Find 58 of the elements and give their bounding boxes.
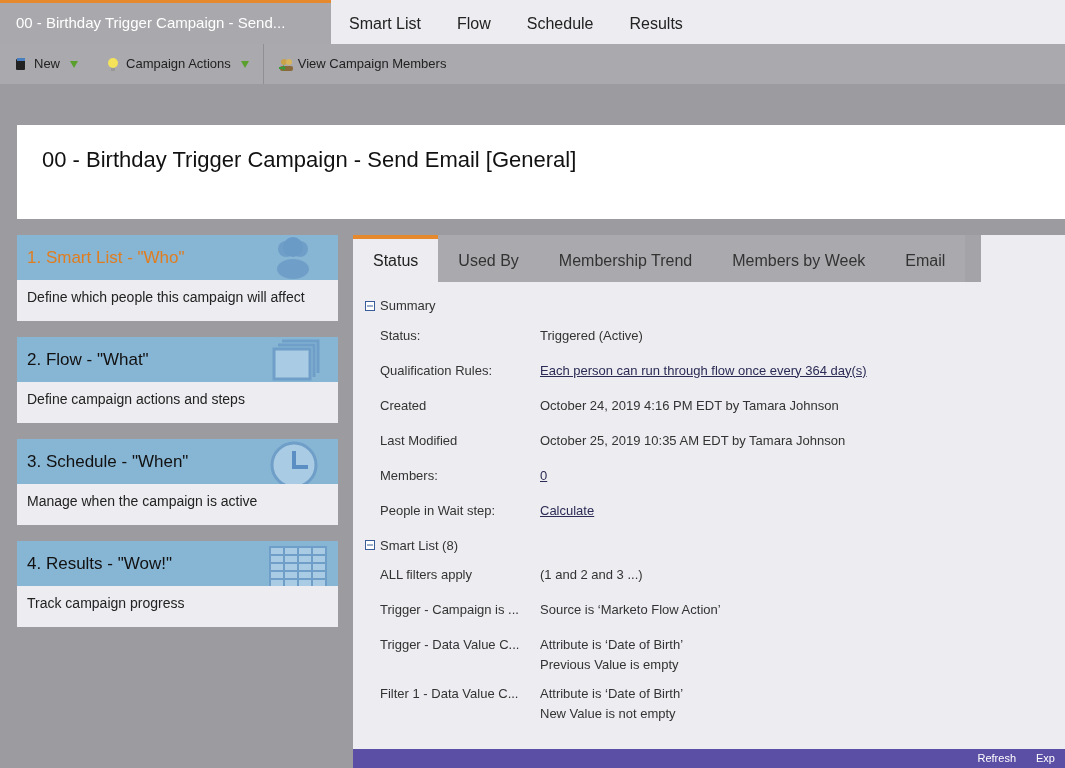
step-title: 2. Flow - "What" [27, 348, 149, 371]
field-value: October 24, 2019 4:16 PM EDT by Tamara Johnson [540, 397, 839, 413]
step-description: Define campaign actions and steps [26, 390, 246, 409]
footer-button[interactable]: Refresh [977, 749, 1017, 768]
field-value: New Value is not empty [540, 705, 676, 721]
toolbar-button[interactable]: View Campaign Members [263, 44, 461, 84]
field-label: Last Modified [380, 431, 459, 450]
step-card[interactable]: 1. Smart List - "Who" Define which people this campaign will affect [17, 235, 338, 321]
tab[interactable]: Results [611, 0, 701, 44]
step-title: 4. Results - "Wow!" [27, 552, 172, 575]
tab[interactable]: Smart List [331, 0, 439, 44]
step-title: 3. Schedule - "When" [27, 450, 189, 473]
tab[interactable]: Schedule [508, 0, 612, 44]
tab[interactable]: Membership Trend [538, 235, 713, 282]
field-label: Trigger - Campaign is ... [380, 601, 520, 619]
tab[interactable]: Used By [438, 235, 539, 282]
field-value: October 25, 2019 10:35 AM EDT by Tamara Johnson [540, 432, 846, 448]
step-description: Manage when the campaign is active [26, 492, 259, 511]
people-icon [277, 56, 294, 72]
tab[interactable]: Email [885, 235, 966, 282]
toolbar-button[interactable]: New [0, 44, 92, 84]
step-card[interactable]: 4. Results - "Wow!" Track campaign progress [17, 541, 338, 627]
field-label: Created [380, 396, 428, 415]
link[interactable]: Each person can run through flow once every 364 day(s) [540, 362, 867, 378]
field-label: Members: [380, 466, 439, 485]
field-value: Attribute is ‘Date of Birth’ [540, 637, 684, 652]
footer-button[interactable]: Exp [1036, 749, 1055, 768]
step-description: Define which people this campaign will affect [26, 288, 306, 307]
step-card[interactable]: 2. Flow - "What" Define campaign actions and steps [17, 337, 338, 423]
field-label: ALL filters apply [380, 566, 473, 584]
section-title: Summary [380, 297, 436, 315]
field-value: Attribute is ‘Date of Birth’ [540, 686, 684, 701]
field-value: Triggered (Active) [540, 327, 643, 343]
field-value: Previous Value is empty [540, 656, 679, 672]
field-label: People in Wait step: [380, 501, 497, 520]
tab[interactable]: Members by Week [712, 235, 886, 282]
field-label: Qualification Rules: [380, 361, 493, 380]
toolbar-button[interactable]: Campaign Actions [92, 44, 263, 84]
table-icon [269, 546, 327, 586]
link[interactable]: Calculate [540, 502, 595, 518]
field-label: Filter 1 - Data Value C... [380, 685, 520, 703]
pages-icon [272, 339, 320, 381]
link[interactable]: 0 [540, 467, 548, 483]
section-title: Smart List (8) [380, 536, 458, 555]
field-label: Trigger - Data Value C... [380, 636, 521, 654]
clock-icon [270, 441, 318, 484]
field-value: (1 and 2 and 3 ...) [540, 567, 643, 582]
step-title: 1. Smart List - "Who" [27, 246, 185, 269]
collapse-icon[interactable] [365, 540, 375, 551]
field-label: Status: [380, 326, 422, 345]
campaign-title: 00 - Birthday Trigger Campaign - Send Email [General] [42, 146, 578, 174]
field-value: Source is ‘Marketo Flow Action’ [540, 602, 721, 617]
tab[interactable]: Flow [439, 0, 509, 44]
step-description: Track campaign progress [26, 594, 186, 613]
step-card[interactable]: 3. Schedule - "When" Manage when the campaign is active [17, 439, 338, 525]
people-icon [277, 237, 309, 279]
collapse-icon[interactable] [365, 300, 375, 311]
tab[interactable]: Status [353, 235, 439, 282]
